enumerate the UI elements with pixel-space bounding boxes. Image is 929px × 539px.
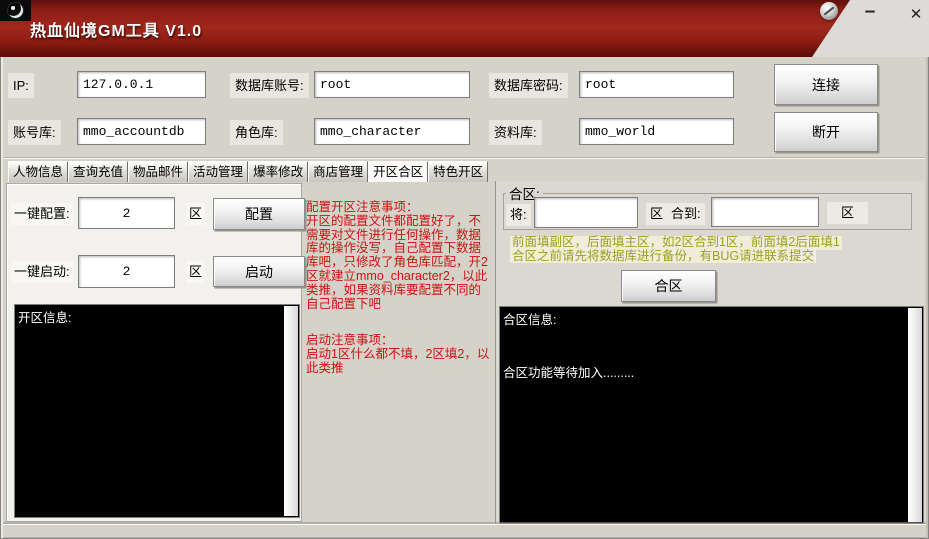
merge-log-message: 合区功能等待加入......... xyxy=(500,362,923,381)
merge-from-input[interactable] xyxy=(534,197,638,228)
tab-bar: 人物信息 查询充值 物品邮件 活动管理 爆率修改 商店管理 开区合区 特色开区 xyxy=(8,161,488,182)
start-zone-unit-label: 区 xyxy=(186,261,205,283)
world-db-label: 资料库: xyxy=(489,120,542,145)
merge-to-label: 合到: xyxy=(667,203,705,225)
app-logo-chip xyxy=(0,0,31,21)
character-db-input[interactable] xyxy=(314,118,470,145)
merge-zone-panel: 合区: 将: 区 合到: 区 前面填副区，后面填主区，如2区合到1区，前面填2后… xyxy=(495,181,925,527)
one-key-config-label: 一键配置: xyxy=(11,203,73,225)
db-password-label: 数据库密码: xyxy=(489,73,568,98)
merge-button[interactable]: 合区 xyxy=(621,270,716,302)
merge-log-console[interactable]: 合区信息: 合区功能等待加入......... xyxy=(499,306,924,524)
open-zone-log-console[interactable]: 开区信息: xyxy=(14,304,300,518)
db-password-input[interactable] xyxy=(579,71,734,98)
notes-column: 配置开区注意事项： 开区的配置文件都配置好了，不 需要对文件进行任何操作，数据 … xyxy=(306,201,496,376)
config-zone-unit-label: 区 xyxy=(186,203,205,225)
tab-item-mail[interactable]: 物品邮件 xyxy=(128,161,188,182)
merge-hint-line2: 合区之前请先将数据库进行备份，有BUG请进联系提交 xyxy=(510,250,816,264)
app-window: 热血仙境GM工具 V1.0 – ✕ IP: 数据库账号: 数据库密码: 账号库:… xyxy=(0,0,929,539)
merge-to-input[interactable] xyxy=(711,197,819,227)
tab-activity-manage[interactable]: 活动管理 xyxy=(188,161,248,182)
db-user-label: 数据库账号: xyxy=(230,73,309,98)
screw-icon xyxy=(820,2,838,20)
one-key-start-label: 一键启动: xyxy=(11,261,73,283)
merge-log-title: 合区信息: xyxy=(500,307,923,330)
tab-query-recharge[interactable]: 查询充值 xyxy=(68,161,128,182)
ip-label: IP: xyxy=(8,73,34,98)
tab-shop-manage[interactable]: 商店管理 xyxy=(308,161,368,182)
db-user-input[interactable] xyxy=(314,71,470,98)
start-zone-input[interactable] xyxy=(78,255,175,288)
open-zone-log-scrollbar[interactable] xyxy=(284,306,298,516)
merge-hints: 前面填副区，后面填主区，如2区合到1区，前面填2后面填1 合区之前请先将数据库进… xyxy=(510,236,842,263)
form-divider xyxy=(3,157,926,159)
tab-special-open-zone[interactable]: 特色开区 xyxy=(428,161,488,182)
merge-hint-line1: 前面填副区，后面填主区，如2区合到1区，前面填2后面填1 xyxy=(510,236,842,250)
world-db-input[interactable] xyxy=(579,118,734,145)
tab-open-merge-zone[interactable]: 开区合区 xyxy=(368,161,428,182)
connect-button[interactable]: 连接 xyxy=(774,64,878,105)
config-note-text: 配置开区注意事项： 开区的配置文件都配置好了，不 需要对文件进行任何操作，数据 … xyxy=(306,201,496,311)
window-bottom-edge xyxy=(3,524,926,537)
account-db-label: 账号库: xyxy=(8,120,61,145)
open-zone-log-title: 开区信息: xyxy=(15,305,299,328)
titlebar[interactable]: 热血仙境GM工具 V1.0 – ✕ xyxy=(0,0,929,57)
config-zone-input[interactable] xyxy=(78,197,175,229)
tab-droprate-edit[interactable]: 爆率修改 xyxy=(248,161,308,182)
merge-to-unit-label: 区 xyxy=(827,202,868,224)
start-note-text: 启动注意事项： 启动1区什么都不填，2区填2，以 此类推 xyxy=(306,334,496,375)
merge-log-scrollbar[interactable] xyxy=(908,308,922,522)
account-db-input[interactable] xyxy=(77,118,206,145)
config-button[interactable]: 配置 xyxy=(213,198,305,230)
yin-yang-logo-icon xyxy=(8,3,23,18)
window-title: 热血仙境GM工具 V1.0 xyxy=(30,17,202,41)
close-button[interactable]: ✕ xyxy=(902,4,929,26)
start-button[interactable]: 启动 xyxy=(213,256,305,287)
ip-input[interactable] xyxy=(77,71,206,98)
tab-character-info[interactable]: 人物信息 xyxy=(8,161,68,182)
open-zone-panel: 一键配置: 区 配置 一键启动: 区 启动 开区信息: xyxy=(6,183,302,522)
merge-from-label: 将: xyxy=(506,204,531,226)
minimize-button[interactable]: – xyxy=(856,4,884,26)
merge-from-unit-label: 区 xyxy=(646,203,667,225)
disconnect-button[interactable]: 断开 xyxy=(774,112,878,152)
character-db-label: 角色库: xyxy=(230,120,283,145)
